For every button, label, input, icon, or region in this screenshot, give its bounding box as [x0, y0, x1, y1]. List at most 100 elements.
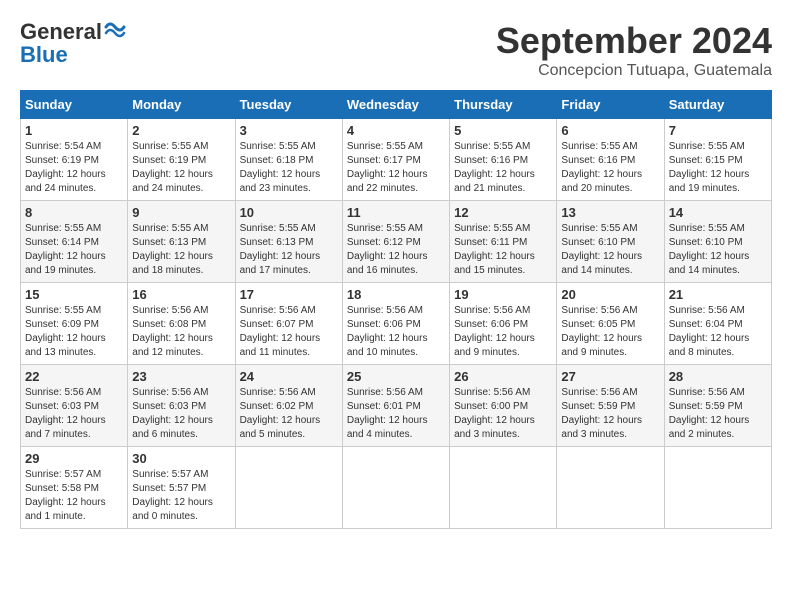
sunset-text: Sunset: 6:14 PM [25, 237, 99, 248]
day-number: 8 [25, 205, 123, 220]
calendar-day-cell: 16 Sunrise: 5:56 AM Sunset: 6:08 PM Dayl… [128, 283, 235, 365]
sunrise-text: Sunrise: 5:57 AM [25, 469, 101, 480]
logo-blue-text: Blue [20, 42, 68, 68]
daylight-text: Daylight: 12 hours and 2 minutes. [669, 415, 750, 440]
daylight-text: Daylight: 12 hours and 17 minutes. [240, 251, 321, 276]
daylight-text: Daylight: 12 hours and 9 minutes. [561, 333, 642, 358]
day-info: Sunrise: 5:55 AM Sunset: 6:18 PM Dayligh… [240, 140, 338, 196]
calendar-week-row: 1 Sunrise: 5:54 AM Sunset: 6:19 PM Dayli… [21, 119, 772, 201]
sunset-text: Sunset: 6:12 PM [347, 237, 421, 248]
day-info: Sunrise: 5:56 AM Sunset: 6:01 PM Dayligh… [347, 386, 445, 442]
day-number: 19 [454, 287, 552, 302]
sunrise-text: Sunrise: 5:55 AM [240, 223, 316, 234]
logo-wave-icon [104, 19, 126, 41]
sunset-text: Sunset: 6:09 PM [25, 319, 99, 330]
day-number: 17 [240, 287, 338, 302]
daylight-text: Daylight: 12 hours and 1 minute. [25, 497, 106, 522]
sunrise-text: Sunrise: 5:55 AM [25, 223, 101, 234]
daylight-text: Daylight: 12 hours and 15 minutes. [454, 251, 535, 276]
day-number: 2 [132, 123, 230, 138]
daylight-text: Daylight: 12 hours and 8 minutes. [669, 333, 750, 358]
calendar-day-cell: 18 Sunrise: 5:56 AM Sunset: 6:06 PM Dayl… [342, 283, 449, 365]
day-number: 21 [669, 287, 767, 302]
calendar-day-cell: 20 Sunrise: 5:56 AM Sunset: 6:05 PM Dayl… [557, 283, 664, 365]
day-number: 27 [561, 369, 659, 384]
sunrise-text: Sunrise: 5:56 AM [25, 387, 101, 398]
daylight-text: Daylight: 12 hours and 19 minutes. [25, 251, 106, 276]
sunrise-text: Sunrise: 5:56 AM [132, 305, 208, 316]
sunset-text: Sunset: 6:17 PM [347, 155, 421, 166]
calendar-day-cell: 30 Sunrise: 5:57 AM Sunset: 5:57 PM Dayl… [128, 447, 235, 529]
weekday-header-saturday: Saturday [664, 91, 771, 119]
day-info: Sunrise: 5:56 AM Sunset: 6:05 PM Dayligh… [561, 304, 659, 360]
day-number: 5 [454, 123, 552, 138]
empty-cell [235, 447, 342, 529]
day-info: Sunrise: 5:56 AM Sunset: 6:02 PM Dayligh… [240, 386, 338, 442]
sunset-text: Sunset: 6:13 PM [132, 237, 206, 248]
weekday-header-monday: Monday [128, 91, 235, 119]
calendar-day-cell: 28 Sunrise: 5:56 AM Sunset: 5:59 PM Dayl… [664, 365, 771, 447]
day-number: 14 [669, 205, 767, 220]
day-info: Sunrise: 5:55 AM Sunset: 6:12 PM Dayligh… [347, 222, 445, 278]
day-number: 13 [561, 205, 659, 220]
calendar-day-cell: 1 Sunrise: 5:54 AM Sunset: 6:19 PM Dayli… [21, 119, 128, 201]
daylight-text: Daylight: 12 hours and 20 minutes. [561, 169, 642, 194]
weekday-header-friday: Friday [557, 91, 664, 119]
sunrise-text: Sunrise: 5:56 AM [240, 387, 316, 398]
calendar-day-cell: 11 Sunrise: 5:55 AM Sunset: 6:12 PM Dayl… [342, 201, 449, 283]
calendar-day-cell: 4 Sunrise: 5:55 AM Sunset: 6:17 PM Dayli… [342, 119, 449, 201]
day-info: Sunrise: 5:56 AM Sunset: 6:03 PM Dayligh… [25, 386, 123, 442]
day-info: Sunrise: 5:56 AM Sunset: 6:03 PM Dayligh… [132, 386, 230, 442]
day-number: 16 [132, 287, 230, 302]
sunset-text: Sunset: 6:15 PM [669, 155, 743, 166]
sunset-text: Sunset: 5:59 PM [669, 401, 743, 412]
sunset-text: Sunset: 6:16 PM [561, 155, 635, 166]
daylight-text: Daylight: 12 hours and 12 minutes. [132, 333, 213, 358]
daylight-text: Daylight: 12 hours and 3 minutes. [561, 415, 642, 440]
calendar-day-cell: 6 Sunrise: 5:55 AM Sunset: 6:16 PM Dayli… [557, 119, 664, 201]
daylight-text: Daylight: 12 hours and 7 minutes. [25, 415, 106, 440]
weekday-header-sunday: Sunday [21, 91, 128, 119]
day-number: 6 [561, 123, 659, 138]
sunrise-text: Sunrise: 5:55 AM [25, 305, 101, 316]
sunrise-text: Sunrise: 5:56 AM [454, 387, 530, 398]
calendar-day-cell: 14 Sunrise: 5:55 AM Sunset: 6:10 PM Dayl… [664, 201, 771, 283]
sunset-text: Sunset: 6:04 PM [669, 319, 743, 330]
calendar-day-cell: 17 Sunrise: 5:56 AM Sunset: 6:07 PM Dayl… [235, 283, 342, 365]
daylight-text: Daylight: 12 hours and 9 minutes. [454, 333, 535, 358]
sunset-text: Sunset: 5:58 PM [25, 483, 99, 494]
daylight-text: Daylight: 12 hours and 21 minutes. [454, 169, 535, 194]
sunrise-text: Sunrise: 5:56 AM [347, 305, 423, 316]
day-info: Sunrise: 5:57 AM Sunset: 5:57 PM Dayligh… [132, 468, 230, 524]
calendar-header-row: SundayMondayTuesdayWednesdayThursdayFrid… [21, 91, 772, 119]
daylight-text: Daylight: 12 hours and 0 minutes. [132, 497, 213, 522]
sunset-text: Sunset: 6:02 PM [240, 401, 314, 412]
empty-cell [450, 447, 557, 529]
sunrise-text: Sunrise: 5:54 AM [25, 141, 101, 152]
day-info: Sunrise: 5:55 AM Sunset: 6:10 PM Dayligh… [669, 222, 767, 278]
day-info: Sunrise: 5:57 AM Sunset: 5:58 PM Dayligh… [25, 468, 123, 524]
day-number: 22 [25, 369, 123, 384]
calendar-day-cell: 3 Sunrise: 5:55 AM Sunset: 6:18 PM Dayli… [235, 119, 342, 201]
day-info: Sunrise: 5:55 AM Sunset: 6:13 PM Dayligh… [240, 222, 338, 278]
day-info: Sunrise: 5:55 AM Sunset: 6:17 PM Dayligh… [347, 140, 445, 196]
sunset-text: Sunset: 5:59 PM [561, 401, 635, 412]
page-header: General Blue September 2024 Concepcion T… [20, 20, 772, 80]
calendar-week-row: 8 Sunrise: 5:55 AM Sunset: 6:14 PM Dayli… [21, 201, 772, 283]
calendar-day-cell: 25 Sunrise: 5:56 AM Sunset: 6:01 PM Dayl… [342, 365, 449, 447]
sunset-text: Sunset: 5:57 PM [132, 483, 206, 494]
sunset-text: Sunset: 6:16 PM [454, 155, 528, 166]
logo: General Blue [20, 20, 126, 68]
day-info: Sunrise: 5:55 AM Sunset: 6:11 PM Dayligh… [454, 222, 552, 278]
calendar-day-cell: 2 Sunrise: 5:55 AM Sunset: 6:19 PM Dayli… [128, 119, 235, 201]
sunrise-text: Sunrise: 5:56 AM [454, 305, 530, 316]
sunrise-text: Sunrise: 5:56 AM [347, 387, 423, 398]
day-info: Sunrise: 5:55 AM Sunset: 6:19 PM Dayligh… [132, 140, 230, 196]
day-info: Sunrise: 5:56 AM Sunset: 6:06 PM Dayligh… [347, 304, 445, 360]
calendar-table: SundayMondayTuesdayWednesdayThursdayFrid… [20, 90, 772, 529]
sunrise-text: Sunrise: 5:55 AM [454, 141, 530, 152]
sunset-text: Sunset: 6:05 PM [561, 319, 635, 330]
day-number: 3 [240, 123, 338, 138]
day-number: 9 [132, 205, 230, 220]
day-number: 30 [132, 451, 230, 466]
